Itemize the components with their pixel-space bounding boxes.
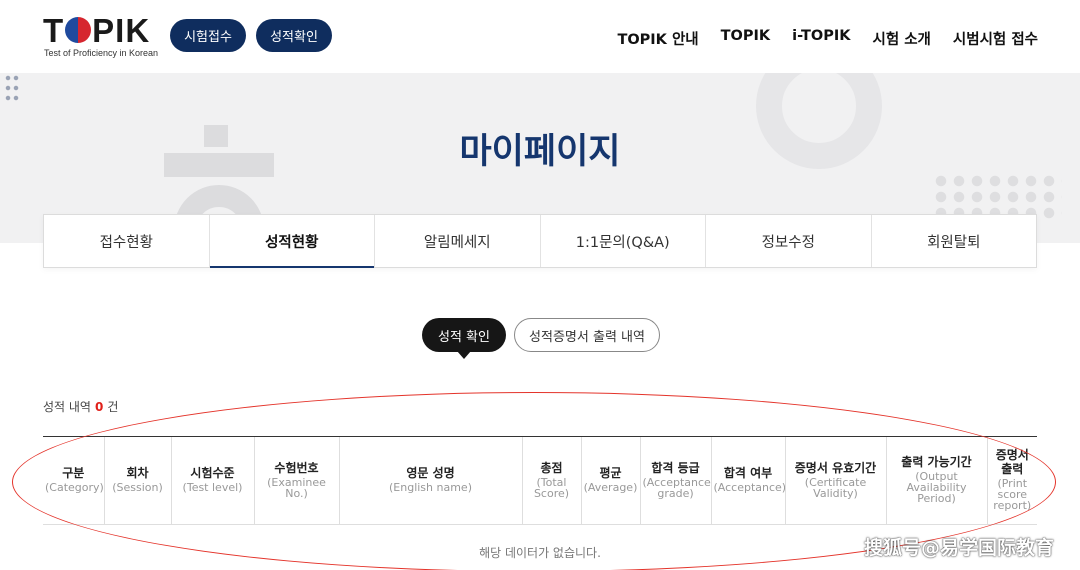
exam-registration-button[interactable]: 시험접수 bbox=[170, 19, 246, 52]
score-table: 구분 (Category) 회차 (Session) 시험수준 (Test level… bbox=[43, 436, 1037, 526]
col-acceptance: 합격 여부 (Acceptance) bbox=[711, 437, 786, 525]
topik-logo[interactable]: T PIK Test of Proficiency in Korean bbox=[43, 12, 159, 62]
table-header-row: 구분 (Category) 회차 (Session) 시험수준 (Test level… bbox=[43, 437, 1037, 525]
tab-notifications[interactable]: 알림메세지 bbox=[375, 215, 541, 267]
dots-decoration-left bbox=[4, 73, 20, 105]
tab-score-status[interactable]: 성적현황 bbox=[209, 215, 375, 268]
score-check-button[interactable]: 성적확인 bbox=[256, 19, 332, 52]
col-print-report: 증명서 출력 (Print score report) bbox=[987, 437, 1037, 525]
col-test-level: 시험수준 (Test level) bbox=[171, 437, 255, 525]
taegeuk-icon bbox=[65, 17, 92, 43]
main-nav: TOPIK 안내 TOPIK i-TOPIK 시험 소개 시범시험 접수 bbox=[617, 28, 1038, 49]
nav-i-topik[interactable]: i-TOPIK bbox=[792, 28, 850, 49]
logo-wordmark: T PIK bbox=[43, 12, 151, 49]
page-title: 마이페이지 bbox=[459, 132, 621, 172]
col-examinee-no: 수험번호 (Examinee No.) bbox=[254, 437, 340, 525]
nav-topik[interactable]: TOPIK bbox=[721, 28, 770, 49]
sohu-watermark: 搜狐号@易学国际教育 bbox=[863, 537, 1054, 559]
record-count-value: 0 bbox=[94, 400, 104, 414]
nav-pilot-exam[interactable]: 시범시험 접수 bbox=[953, 28, 1038, 49]
nav-topik-guide[interactable]: TOPIK 안내 bbox=[617, 28, 698, 49]
record-count: 성적 내역 0 건 bbox=[43, 400, 119, 414]
tab-registration-status[interactable]: 접수현황 bbox=[44, 215, 210, 267]
nav-exam-intro[interactable]: 시험 소개 bbox=[872, 28, 930, 49]
col-total-score: 총점 (Total Score) bbox=[522, 437, 582, 525]
logo-subtitle: Test of Proficiency in Korean bbox=[44, 48, 159, 58]
col-english-name: 영문 성명 (English name) bbox=[339, 437, 523, 525]
tab-qna[interactable]: 1:1문의(Q&A) bbox=[541, 215, 706, 267]
tab-edit-info[interactable]: 정보수정 bbox=[706, 215, 872, 267]
col-certificate-validity: 증명서 유효기간 (Certificate Validity) bbox=[785, 437, 887, 525]
mypage-tabs: 접수현황 성적현황 알림메세지 1:1문의(Q&A) 정보수정 회원탈퇴 bbox=[43, 214, 1037, 268]
certificate-history-toggle[interactable]: 성적증명서 출력 내역 bbox=[514, 318, 660, 352]
col-average: 평균 (Average) bbox=[581, 437, 641, 525]
score-check-toggle[interactable]: 성적 확인 bbox=[422, 318, 506, 359]
col-category: 구분 (Category) bbox=[43, 437, 105, 525]
tab-withdraw[interactable]: 회원탈퇴 bbox=[872, 215, 1037, 267]
col-session: 회차 (Session) bbox=[104, 437, 172, 525]
site-header: T PIK Test of Proficiency in Korean 시험접수 … bbox=[0, 0, 1080, 73]
col-output-period: 출력 가능기간 (Output Availability Period) bbox=[886, 437, 988, 525]
col-acceptance-grade: 합격 등급 (Acceptance grade) bbox=[640, 437, 712, 525]
